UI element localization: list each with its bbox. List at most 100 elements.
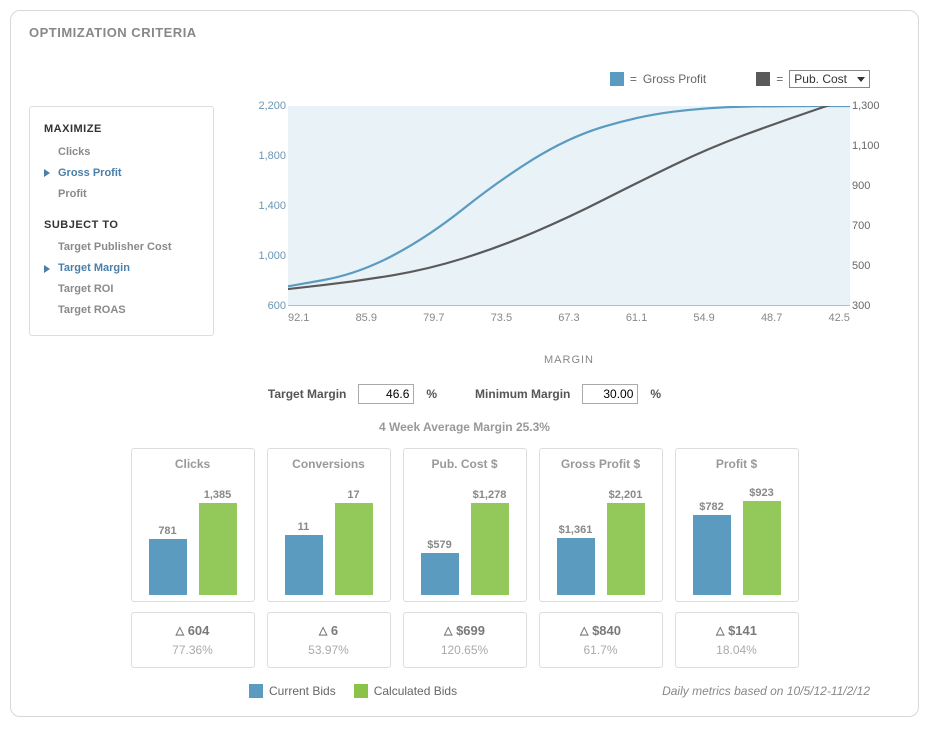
y-left-tick: 1,800 (238, 150, 286, 162)
calc-bar (607, 503, 645, 595)
minimum-margin-label: Minimum Margin (475, 387, 570, 401)
maximize-option[interactable]: Gross Profit (44, 163, 199, 184)
delta-up-icon: △ (319, 625, 327, 637)
pct-suffix: % (650, 387, 661, 401)
swatch-green-icon (354, 684, 368, 698)
metric-delta: △ $840 61.7% (539, 612, 663, 668)
delta-up-icon: △ (716, 625, 724, 637)
calc-bar (199, 503, 237, 595)
maximize-option[interactable]: Profit (44, 184, 199, 205)
series-line (288, 106, 850, 286)
metric-title: Gross Profit $ (546, 457, 656, 471)
avg-margin-text: 4 Week Average Margin 25.3% (29, 420, 900, 434)
delta-pct: 61.7% (544, 641, 658, 659)
swatch-blue-icon (249, 684, 263, 698)
secondary-metric-select[interactable]: Pub. Cost (789, 70, 870, 88)
subject-option[interactable]: Target Margin (44, 258, 199, 279)
calc-value: 17 (347, 489, 359, 501)
current-value: 11 (298, 521, 310, 533)
legend-label: Current Bids (269, 684, 336, 698)
x-tick: 54.9 (693, 312, 714, 324)
target-inputs: Target Margin % Minimum Margin % (29, 384, 900, 404)
legend-label: Calculated Bids (374, 684, 457, 698)
select-value: Pub. Cost (794, 72, 847, 86)
y-right-tick: 500 (852, 260, 900, 272)
calc-value: $1,278 (473, 489, 507, 501)
metric-delta: △ $699 120.65% (403, 612, 527, 668)
current-bar (557, 538, 595, 595)
delta-pct: 120.65% (408, 641, 522, 659)
calc-value: $2,201 (609, 489, 643, 501)
calc-value: 1,385 (204, 489, 232, 501)
legend-current-bids: Current Bids (249, 684, 336, 698)
metric-title: Clicks (138, 457, 248, 471)
calc-value: $923 (749, 487, 773, 499)
y-right-tick: 900 (852, 180, 900, 192)
delta-up-icon: △ (580, 625, 588, 637)
target-margin-input[interactable] (358, 384, 414, 404)
x-tick: 73.5 (491, 312, 512, 324)
delta-value: $141 (728, 623, 757, 638)
y-right-tick: 1,100 (852, 140, 900, 152)
metric-card: Profit $ $782 $923 (675, 448, 799, 602)
current-bar (421, 553, 459, 595)
x-tick: 92.1 (288, 312, 309, 324)
metric-delta: △ $141 18.04% (675, 612, 799, 668)
legend-prefix: = (776, 72, 783, 86)
metric-title: Conversions (274, 457, 384, 471)
pct-suffix: % (426, 387, 437, 401)
criteria-sidebar: MAXIMIZE ClicksGross ProfitProfit SUBJEC… (29, 106, 214, 336)
date-range-note: Daily metrics based on 10/5/12-11/2/12 (662, 684, 870, 698)
delta-value: 604 (188, 623, 210, 638)
x-axis-title: MARGIN (238, 354, 900, 366)
x-tick: 42.5 (829, 312, 850, 324)
legend-calculated-bids: Calculated Bids (354, 684, 457, 698)
legend-label: Gross Profit (643, 72, 706, 86)
calc-bar (335, 503, 373, 595)
current-bar (149, 539, 187, 595)
delta-value: $699 (456, 623, 485, 638)
chart-legend-top: = Gross Profit = Pub. Cost (29, 70, 900, 88)
x-tick: 67.3 (558, 312, 579, 324)
maximize-option[interactable]: Clicks (44, 142, 199, 163)
legend-prefix: = (630, 72, 637, 86)
delta-pct: 53.97% (272, 641, 386, 659)
x-tick: 85.9 (356, 312, 377, 324)
current-bar (285, 535, 323, 595)
x-tick: 61.1 (626, 312, 647, 324)
metric-card: Clicks 781 1,385 (131, 448, 255, 602)
metric-card: Gross Profit $ $1,361 $2,201 (539, 448, 663, 602)
metric-card: Conversions 11 17 (267, 448, 391, 602)
calc-bar (471, 503, 509, 595)
panel-title: OPTIMIZATION CRITERIA (29, 25, 900, 40)
target-margin-label: Target Margin (268, 387, 346, 401)
subject-option[interactable]: Target ROAS (44, 300, 199, 321)
delta-up-icon: △ (444, 625, 452, 637)
y-left-tick: 600 (238, 300, 286, 312)
subject-option[interactable]: Target Publisher Cost (44, 237, 199, 258)
legend-bottom: Current Bids Calculated Bids Daily metri… (29, 684, 900, 698)
delta-up-icon: △ (176, 625, 184, 637)
x-tick: 48.7 (761, 312, 782, 324)
minimum-margin-input[interactable] (582, 384, 638, 404)
current-value: $1,361 (559, 524, 593, 536)
swatch-dark-icon (756, 72, 770, 86)
current-value: 781 (158, 525, 176, 537)
maximize-heading: MAXIMIZE (44, 119, 199, 140)
metric-delta: △ 604 77.36% (131, 612, 255, 668)
subject-option[interactable]: Target ROI (44, 279, 199, 300)
calc-bar (743, 501, 781, 595)
y-right-tick: 700 (852, 220, 900, 232)
y-left-tick: 2,200 (238, 100, 286, 112)
metric-card: Pub. Cost $ $579 $1,278 (403, 448, 527, 602)
current-value: $579 (427, 539, 451, 551)
chevron-down-icon (857, 77, 865, 82)
series-line (288, 106, 850, 289)
swatch-blue-icon (610, 72, 624, 86)
y-right-tick: 300 (852, 300, 900, 312)
margin-chart: 92.185.979.773.567.361.154.948.742.5 2,2… (214, 106, 900, 366)
delta-pct: 77.36% (136, 641, 250, 659)
current-value: $782 (699, 501, 723, 513)
legend-gross-profit: = Gross Profit (610, 72, 706, 86)
y-left-tick: 1,400 (238, 200, 286, 212)
